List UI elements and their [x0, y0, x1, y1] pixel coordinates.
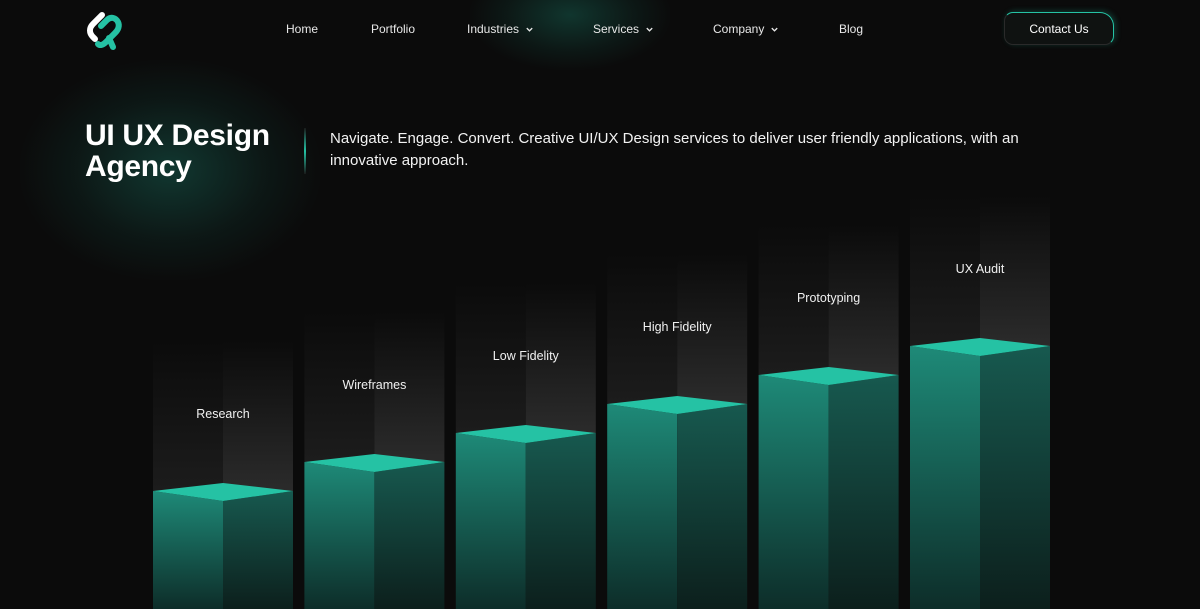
- step-face-right: [525, 433, 596, 609]
- step-face-left: [758, 375, 829, 609]
- step-label: High Fidelity: [642, 320, 712, 334]
- step-bar: [304, 312, 445, 609]
- process-steps: Research Wireframes Low Fidelity High Fidel…: [0, 0, 1200, 609]
- step-label: Wireframes: [342, 378, 407, 392]
- step-face-left: [304, 462, 375, 609]
- step-face-right: [677, 404, 748, 609]
- step-label: Prototyping: [796, 291, 861, 305]
- step-bar: [607, 254, 748, 609]
- step-face-right: [828, 375, 899, 609]
- step-face-left: [455, 433, 526, 609]
- step-bar: [758, 225, 899, 609]
- step-label: Low Fidelity: [492, 349, 559, 363]
- step-face-right: [223, 491, 293, 609]
- step-face-right: [374, 462, 445, 609]
- step-face-left: [153, 491, 223, 609]
- steps-graphic: [153, 196, 1050, 609]
- step-bar: [455, 283, 596, 609]
- step-bar: [153, 341, 293, 609]
- step-label: UX Audit: [955, 262, 1005, 276]
- step-label: Research: [196, 407, 250, 421]
- step-face-left: [607, 404, 678, 609]
- step-face-right: [980, 346, 1050, 609]
- step-bar: [910, 196, 1050, 609]
- step-face-left: [910, 346, 980, 609]
